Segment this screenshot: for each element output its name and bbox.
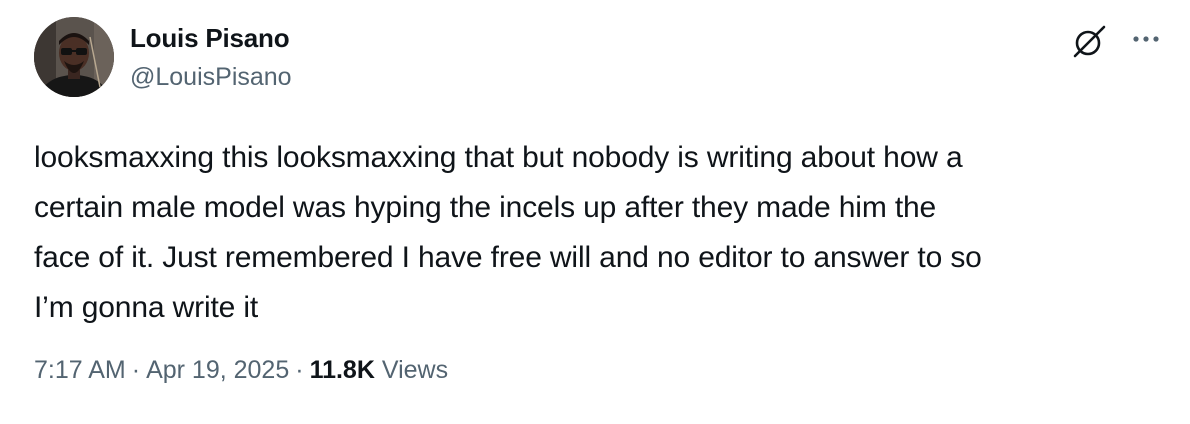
tweet-card: Louis Pisano @LouisPisano looksmaxxing t… — [0, 0, 1190, 424]
avatar[interactable] — [34, 17, 114, 97]
tweet-text: looksmaxxing this looksmaxxing that but … — [34, 141, 982, 324]
meta-separator: · — [295, 356, 304, 384]
views-label: Views — [381, 356, 449, 384]
tweet-meta: 7:17 AM · Apr 19, 2025 · 11.8K Views — [34, 356, 448, 385]
profile-photo-icon — [34, 17, 114, 97]
author-display-name[interactable]: Louis Pisano — [130, 23, 290, 54]
more-options-icon[interactable] — [1128, 26, 1164, 52]
tweet-date[interactable]: Apr 19, 2025 — [146, 356, 289, 384]
meta-separator: · — [131, 356, 141, 384]
grok-icon[interactable] — [1071, 24, 1107, 60]
views-count[interactable]: 11.8K — [310, 356, 375, 384]
tweet-time[interactable]: 7:17 AM — [34, 356, 126, 384]
author-handle[interactable]: @LouisPisano — [130, 63, 292, 92]
